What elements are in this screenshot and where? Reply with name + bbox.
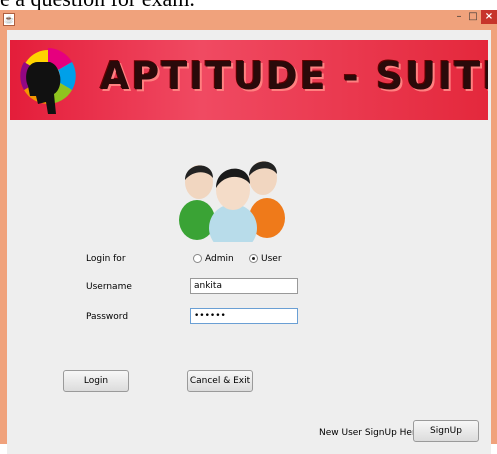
signup-prompt: New User SignUp Here xyxy=(319,428,422,438)
minimize-button[interactable]: – xyxy=(452,10,466,24)
username-label: Username xyxy=(86,282,132,292)
close-button[interactable]: × xyxy=(481,10,497,24)
login-for-label: Login for xyxy=(86,254,126,264)
maximize-button[interactable]: □ xyxy=(466,10,480,24)
title-bar: ☕ – □ × xyxy=(0,10,497,30)
radio-user-label: User xyxy=(261,254,282,264)
users-group-icon xyxy=(179,161,285,242)
radio-admin[interactable] xyxy=(193,254,202,263)
password-label: Password xyxy=(86,312,129,322)
java-cup-icon: ☕ xyxy=(3,13,15,26)
password-field[interactable]: •••••• xyxy=(190,308,298,324)
login-button[interactable]: Login xyxy=(63,370,129,392)
signup-button[interactable]: SignUp xyxy=(413,420,479,442)
login-panel: APTITUDE - SUITE Login for Admin User Us… xyxy=(7,30,491,454)
radio-admin-label: Admin xyxy=(205,254,234,264)
banner-title: APTITUDE - SUITE xyxy=(100,54,488,98)
app-banner: APTITUDE - SUITE xyxy=(10,40,488,120)
cancel-exit-button[interactable]: Cancel & Exit xyxy=(187,370,253,392)
app-window: ☕ – □ × APTITUDE - SUITE Login for Admin… xyxy=(0,10,497,454)
username-field[interactable]: ankita xyxy=(190,278,298,294)
head-gear-logo-icon xyxy=(20,48,76,114)
radio-user[interactable] xyxy=(249,254,258,263)
